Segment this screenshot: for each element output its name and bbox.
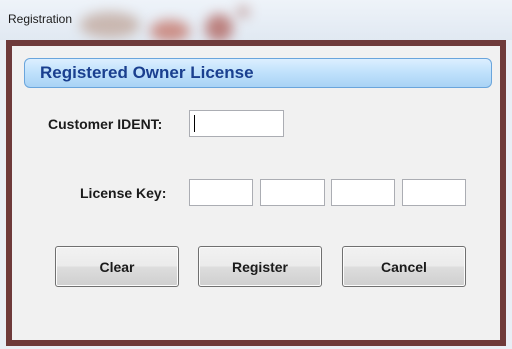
header-title: Registered Owner License <box>40 63 254 82</box>
license-key-input-4[interactable] <box>402 179 466 206</box>
license-key-label: License Key: <box>80 185 167 201</box>
registration-window: Registration Registered Owner License Cu… <box>0 0 512 349</box>
license-key-input-1[interactable] <box>189 179 253 206</box>
title-bar-decoration <box>236 6 250 18</box>
title-bar-decoration <box>80 12 140 38</box>
title-bar-decoration <box>205 14 233 40</box>
license-key-input-2[interactable] <box>260 179 325 206</box>
title-bar[interactable]: Registration <box>0 0 512 40</box>
title-bar-decoration <box>150 20 190 40</box>
register-button[interactable]: Register <box>198 246 322 287</box>
customer-ident-input[interactable] <box>189 110 284 137</box>
cancel-button[interactable]: Cancel <box>342 246 466 287</box>
window-title: Registration <box>8 12 73 26</box>
license-key-input-3[interactable] <box>331 179 395 206</box>
clear-button[interactable]: Clear <box>55 246 179 287</box>
text-caret <box>194 115 195 132</box>
customer-ident-label: Customer IDENT: <box>48 116 163 132</box>
